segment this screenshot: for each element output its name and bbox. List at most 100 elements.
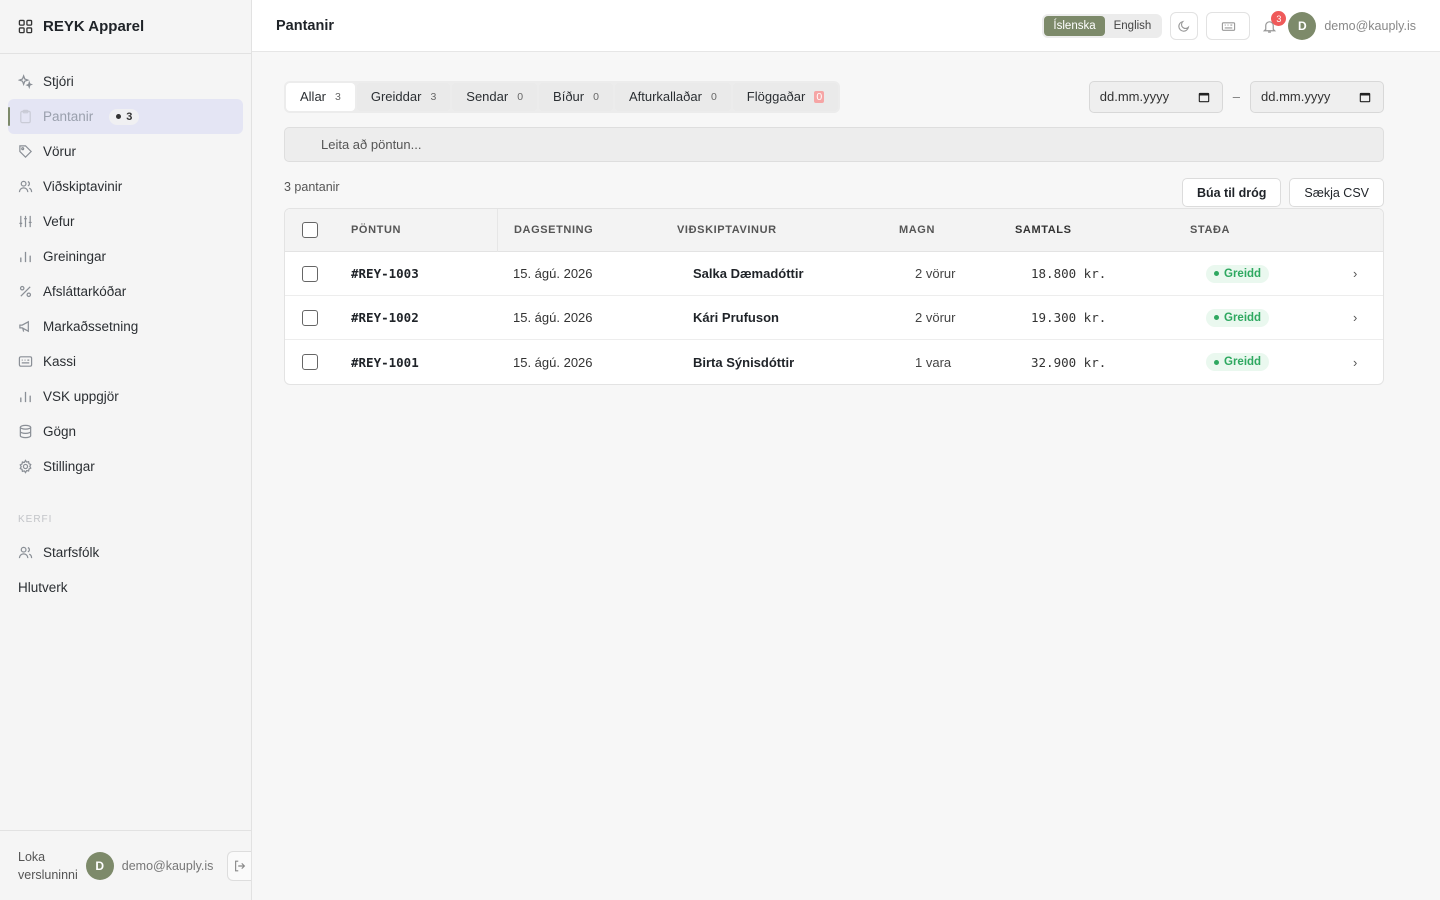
close-store-link[interactable]: Loka versluninni (18, 848, 78, 884)
page-title: Pantanir (276, 17, 335, 34)
bar-chart-icon (18, 249, 33, 264)
status-tabs: Allar 3 Greiddar 3 Sendar 0 Bíður 0 Afturkal… (284, 80, 841, 113)
sidebar-item-afslattarkodar[interactable]: Afsláttarkóðar (8, 274, 243, 309)
sidebar-item-label: Viðskiptavinir (43, 179, 123, 194)
sidebar-item-pantanir[interactable]: Pantanir 3 (8, 99, 243, 134)
sidebar-item-gogn[interactable]: Gögn (8, 414, 243, 449)
register-icon (18, 354, 33, 369)
status-badge: Greidd (1206, 264, 1270, 283)
order-total: 18.800 kr. (1031, 266, 1107, 281)
language-toggle: Íslenska English (1042, 14, 1163, 38)
order-id[interactable]: #REY-1001 (351, 355, 513, 370)
sidebar-item-label: Greiningar (43, 249, 107, 264)
sidebar-item-vorur[interactable]: Vörur (8, 134, 243, 169)
sidebar-item-greiningar[interactable]: Greiningar (8, 239, 243, 274)
footer-email: demo@kauply.is (121, 858, 214, 873)
sidebar-item-label: Stjóri (43, 74, 74, 89)
table-row[interactable]: #REY-1002 15. ágú. 2026 Kári Prufuson 2 … (285, 296, 1383, 340)
order-id[interactable]: #REY-1002 (351, 310, 513, 325)
bar-chart-icon (18, 389, 33, 404)
sidebar-item-label: Hlutverk (18, 580, 68, 595)
sidebar-item-markadssetning[interactable]: Markaðssetning (8, 309, 243, 344)
tab-greiddar[interactable]: Greiddar 3 (356, 82, 451, 111)
sidebar-item-label: Afsláttarkóðar (43, 284, 127, 299)
sidebar-item-label: Markaðssetning (43, 319, 139, 334)
tab-afturkalladar[interactable]: Afturkallaðar 0 (614, 82, 731, 111)
row-checkbox[interactable] (302, 354, 318, 370)
tab-count: 0 (593, 90, 599, 103)
moon-icon (1178, 20, 1190, 32)
date-separator: – (1232, 89, 1240, 104)
row-checkbox[interactable] (302, 265, 318, 282)
create-draft-button[interactable]: Búa til dróg (1181, 178, 1282, 207)
sliders-icon (18, 214, 33, 229)
sidebar-item-vefur[interactable]: Vefur (8, 204, 243, 239)
megaphone-icon (18, 319, 33, 334)
users-icon (18, 179, 33, 194)
tab-count: 0 (710, 90, 717, 103)
row-checkbox[interactable] (302, 309, 318, 326)
gear-icon (18, 459, 33, 474)
tab-count: 3 (335, 90, 341, 103)
customer-name: Birta Sýnisdóttir (693, 354, 795, 370)
order-date: 15. ágú. 2026 (513, 310, 593, 325)
clipboard-icon (18, 109, 33, 124)
logout-button[interactable] (227, 850, 251, 881)
chevron-right-icon[interactable]: › (1353, 310, 1383, 325)
percent-icon (18, 284, 33, 299)
table-header: PÖNTUN DAGSETNING VIÐSKIPTAVINUR MAGN SA… (285, 209, 1383, 252)
order-date: 15. ágú. 2026 (513, 266, 593, 281)
order-qty: 1 vara (915, 354, 952, 370)
sidebar-item-hlutverk[interactable]: Hlutverk (8, 570, 243, 605)
brand[interactable]: REYK Apparel (0, 0, 251, 54)
sidebar-item-starfsfolk[interactable]: Starfsfólk (8, 535, 243, 570)
tab-bidur[interactable]: Bíður 0 (539, 82, 613, 111)
customer-name: Salka Dæmadóttir (693, 266, 804, 281)
sidebar-item-kassi[interactable]: Kassi (8, 344, 243, 379)
avatar[interactable]: D (85, 851, 114, 880)
select-all-checkbox[interactable] (302, 222, 318, 238)
sidebar-item-label: Kassi (43, 354, 77, 369)
sidebar-item-vsk-uppgjor[interactable]: VSK uppgjör (8, 379, 243, 414)
lang-is-button[interactable]: Íslenska (1044, 16, 1105, 36)
sidebar-footer: Loka versluninni D demo@kauply.is (0, 830, 251, 900)
orders-main: Allar 3 Greiddar 3 Sendar 0 Bíður 0 Afturkal… (284, 80, 1384, 385)
tab-allar[interactable]: Allar 3 (286, 82, 355, 111)
table-row[interactable]: #REY-1003 15. ágú. 2026 Salka Dæmadóttir… (285, 252, 1383, 296)
export-csv-button[interactable]: Sækja CSV (1289, 178, 1384, 207)
brand-name: REYK Apparel (43, 18, 145, 35)
tab-sendar[interactable]: Sendar 0 (452, 82, 538, 111)
order-id[interactable]: #REY-1003 (351, 266, 513, 281)
keyboard-shortcuts-button[interactable] (1206, 12, 1251, 40)
col-date[interactable]: DAGSETNING (497, 209, 677, 252)
sparkle-icon (18, 74, 33, 89)
search-input[interactable]: Leita að pöntun... (284, 127, 1384, 162)
date-from-input[interactable]: dd.mm.yyyy (1088, 80, 1223, 113)
notifications-button[interactable]: 3 (1258, 11, 1287, 40)
col-customer[interactable]: VIÐSKIPTAVINUR (677, 224, 899, 236)
tab-count: 0 (814, 90, 825, 103)
col-order[interactable]: PÖNTUN (351, 224, 513, 236)
col-total[interactable]: SAMTALS (1015, 224, 1190, 236)
date-to-input[interactable]: dd.mm.yyyy (1250, 80, 1384, 113)
theme-toggle-button[interactable] (1170, 12, 1199, 40)
top-bar: Pantanir Íslenska English 3 D demo@kaupl… (252, 0, 1440, 52)
order-total: 19.300 kr. (1031, 310, 1107, 325)
result-count: 3 pantanir (284, 180, 340, 194)
col-qty[interactable]: MAGN (899, 224, 1015, 236)
sidebar-item-vidskiptavinir[interactable]: Viðskiptavinir (8, 169, 243, 204)
order-count-badge: 3 (109, 108, 140, 125)
table-row[interactable]: #REY-1001 15. ágú. 2026 Birta Sýnisdótti… (285, 340, 1383, 384)
customer-name: Kári Prufuson (693, 310, 779, 325)
chevron-right-icon[interactable]: › (1353, 355, 1383, 370)
sidebar-item-label: Vefur (43, 214, 75, 229)
avatar[interactable]: D (1288, 12, 1317, 40)
lang-en-button[interactable]: English (1105, 16, 1161, 36)
sidebar-item-stillingar[interactable]: Stillingar (8, 449, 243, 484)
chevron-right-icon[interactable]: › (1353, 266, 1383, 281)
sidebar-item-stjori[interactable]: Stjóri (8, 64, 243, 99)
tab-floggadar[interactable]: Flöggaðar 0 (732, 82, 839, 111)
logout-icon (234, 860, 245, 871)
col-status[interactable]: STAÐA (1190, 224, 1353, 236)
list-actions: Búa til dróg Sækja CSV (1181, 178, 1384, 207)
